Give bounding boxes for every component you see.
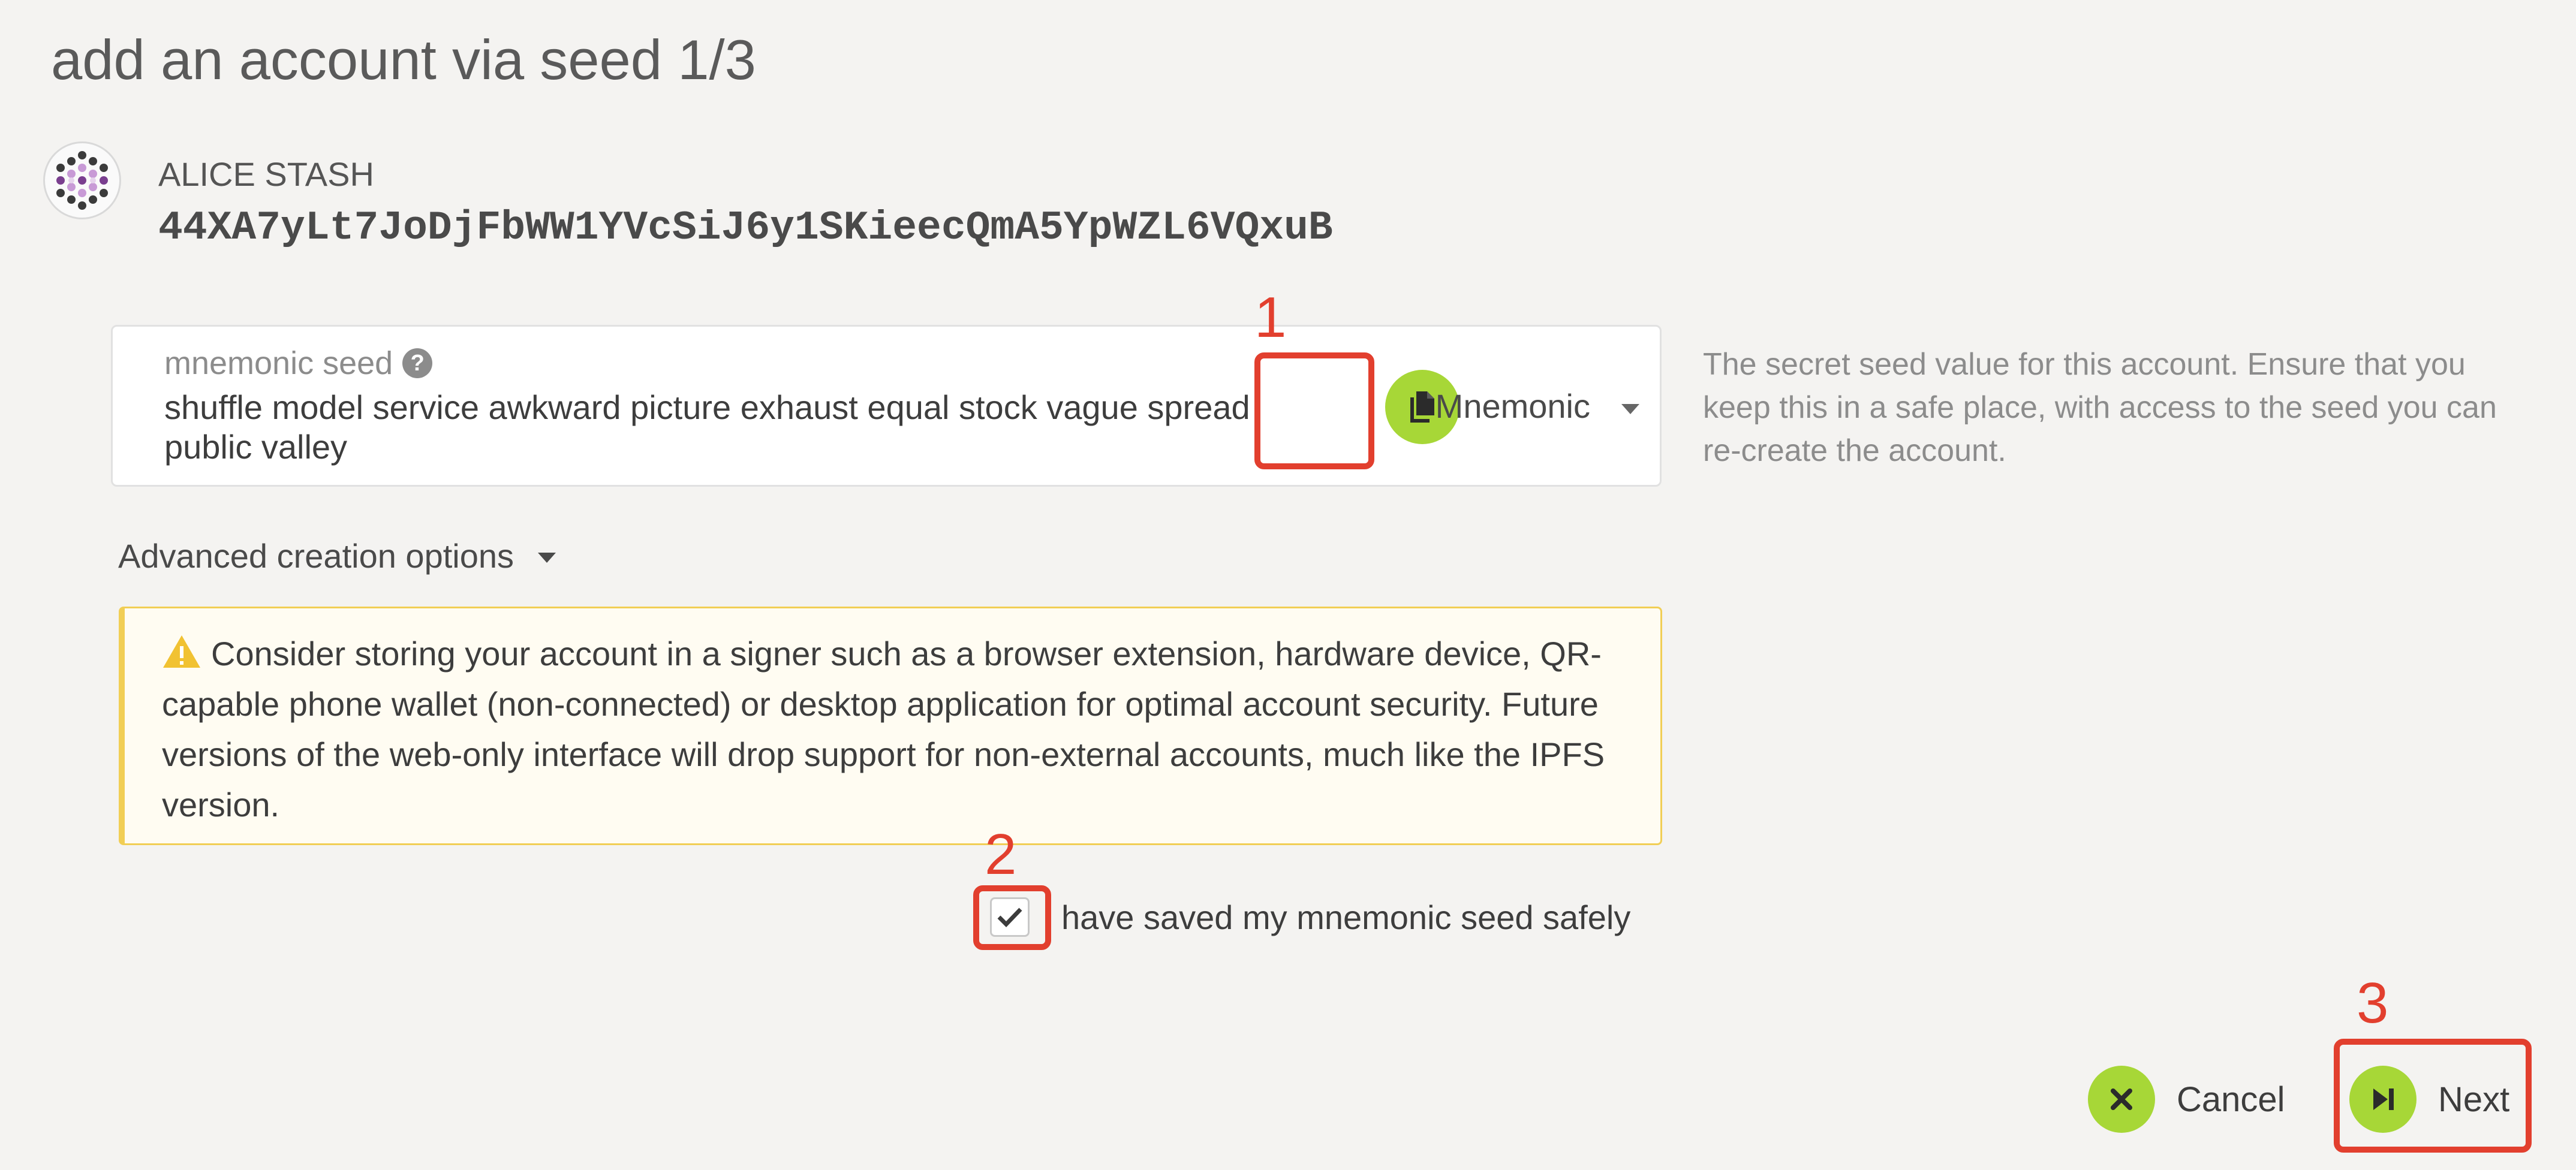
check-icon <box>997 907 1022 928</box>
mnemonic-seed-field[interactable]: mnemonic seed ? shuffle model service aw… <box>111 325 1662 487</box>
account-address: 44XA7yLt7JoDjFbWW1YVcSiJ6y1SKieecQmA5YpW… <box>158 205 1333 251</box>
step-forward-icon <box>2373 1088 2394 1110</box>
next-label: Next <box>2438 1079 2510 1119</box>
warning-text: Consider storing your account in a signe… <box>162 635 1605 824</box>
chevron-down-icon <box>538 553 556 563</box>
saved-seed-checkbox[interactable] <box>990 897 1030 937</box>
seed-label-row: mnemonic seed ? <box>164 345 433 382</box>
annotation-number-copy: 1 <box>1254 285 1287 349</box>
advanced-options-label: Advanced creation options <box>118 537 514 575</box>
seed-help-text: The secret seed value for this account. … <box>1703 347 2497 468</box>
annotation-number-next: 3 <box>2357 971 2389 1035</box>
close-icon <box>2111 1088 2132 1110</box>
cancel-button[interactable]: Cancel <box>2088 1066 2285 1133</box>
annotation-number-checkbox: 2 <box>985 822 1017 886</box>
chevron-down-icon <box>1621 403 1639 414</box>
cancel-label: Cancel <box>2177 1079 2285 1119</box>
page-title: add an account via seed 1/3 <box>51 28 756 91</box>
next-button[interactable]: Next <box>2349 1066 2509 1133</box>
account-name: ALICE STASH <box>158 155 374 193</box>
advanced-options-toggle[interactable]: Advanced creation options <box>118 536 556 575</box>
seed-type-value: Mnemonic <box>1435 387 1590 425</box>
cancel-circle <box>2088 1066 2155 1133</box>
next-circle <box>2349 1066 2416 1133</box>
warning-icon <box>163 635 200 668</box>
warning-box: Consider storing your account in a signe… <box>119 607 1662 845</box>
seed-label: mnemonic seed <box>164 345 393 381</box>
identicon-icon <box>56 151 108 210</box>
question-circle-icon[interactable]: ? <box>402 348 433 378</box>
account-identicon <box>43 141 121 219</box>
seed-input[interactable]: shuffle model service awkward picture ex… <box>164 388 1274 467</box>
seed-type-dropdown[interactable]: Mnemonic <box>1408 327 1648 485</box>
saved-seed-label: have saved my mnemonic seed safely <box>1061 898 1631 936</box>
